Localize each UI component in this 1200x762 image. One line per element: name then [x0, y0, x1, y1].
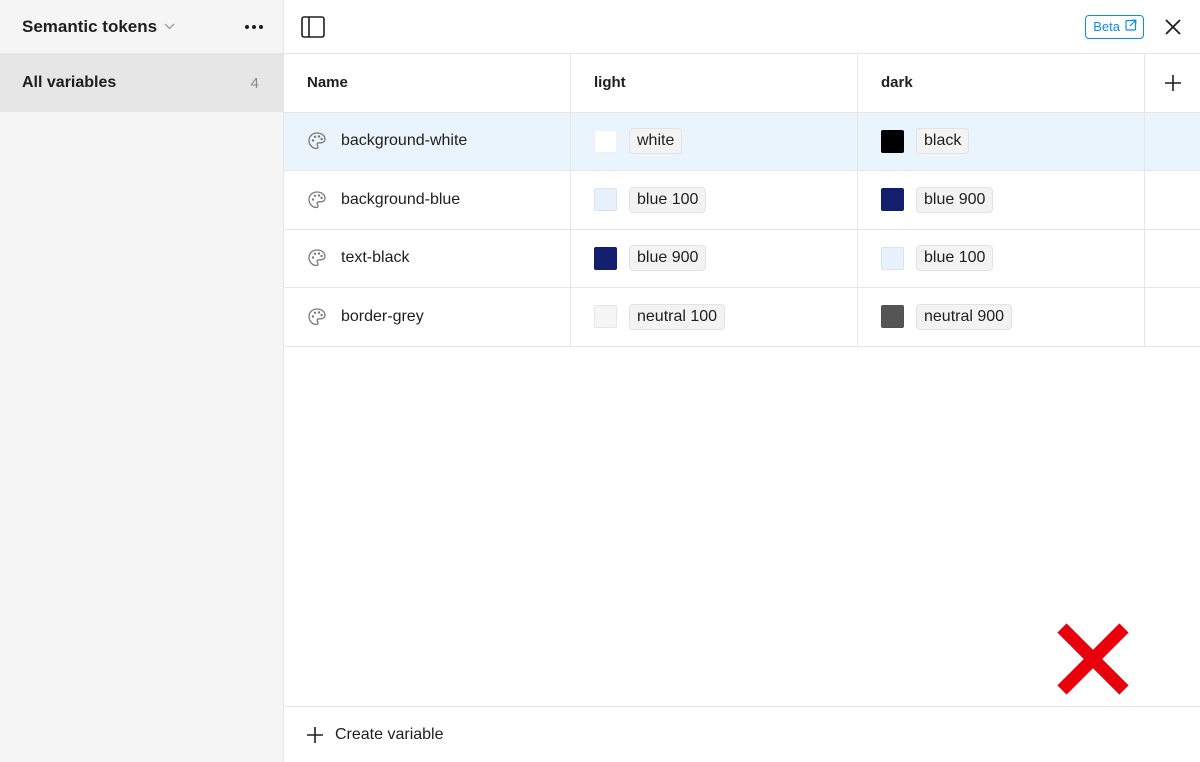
palette-icon [307, 131, 327, 151]
close-icon[interactable] [1160, 14, 1186, 40]
dark-value-cell[interactable]: blue 900 [858, 171, 1145, 229]
color-swatch [594, 305, 617, 329]
table-row[interactable]: background-white white black [284, 112, 1200, 171]
column-header-name[interactable]: Name [284, 54, 571, 112]
color-token-pill[interactable]: black [916, 128, 970, 155]
variable-name-cell[interactable]: background-white [284, 112, 571, 170]
color-swatch [594, 188, 617, 212]
color-token-pill[interactable]: neutral 900 [916, 303, 1013, 330]
more-icon[interactable] [239, 12, 269, 42]
column-header-dark[interactable]: dark [858, 54, 1145, 112]
dark-value-cell[interactable]: blue 100 [858, 229, 1145, 287]
variable-name: background-blue [341, 190, 461, 208]
plus-icon [1164, 74, 1181, 91]
top-bar: Beta [284, 0, 1200, 54]
light-value-cell[interactable]: blue 900 [571, 229, 858, 287]
palette-icon [307, 190, 327, 210]
color-swatch [594, 246, 617, 270]
main-panel: Beta Name light dark background-white wh… [284, 0, 1200, 762]
color-swatch [594, 129, 617, 153]
column-header-light[interactable]: light [571, 54, 858, 112]
empty-cell [1145, 113, 1200, 171]
variable-name-cell[interactable]: border-grey [284, 288, 571, 346]
variable-name: background-white [341, 132, 468, 150]
color-token-pill[interactable]: blue 900 [916, 186, 994, 213]
external-link-icon [1125, 19, 1137, 34]
color-swatch [881, 188, 904, 212]
color-token-pill[interactable]: blue 100 [629, 186, 707, 213]
empty-cell [1145, 171, 1200, 229]
light-value-cell[interactable]: neutral 100 [571, 288, 858, 346]
color-swatch [881, 305, 904, 329]
create-variable-button[interactable]: Create variable [284, 706, 1200, 762]
variable-name-cell[interactable]: background-blue [284, 171, 571, 229]
red-x-mark-icon [1057, 623, 1129, 695]
sidebar: Semantic tokens All variables 4 [0, 0, 284, 762]
sidebar-item-label: All variables [22, 74, 117, 91]
variables-table: Name light dark background-white white b… [284, 54, 1200, 347]
light-value-cell[interactable]: white [571, 112, 858, 170]
variable-name-cell[interactable]: text-black [284, 229, 571, 287]
light-value-cell[interactable]: blue 100 [571, 171, 858, 229]
variable-name: text-black [341, 249, 410, 267]
sidebar-header: Semantic tokens [0, 0, 283, 54]
sidebar-item-count: 4 [250, 74, 259, 92]
color-swatch [881, 246, 904, 270]
top-right-controls: Beta [1085, 14, 1186, 40]
beta-label: Beta [1093, 19, 1120, 34]
color-token-pill[interactable]: blue 100 [916, 245, 994, 272]
collection-switcher[interactable]: Semantic tokens [22, 17, 175, 37]
create-variable-label: Create variable [335, 725, 444, 743]
dark-value-cell[interactable]: neutral 900 [858, 288, 1145, 346]
color-token-pill[interactable]: white [629, 128, 683, 155]
table-row[interactable]: text-black blue 900 blue 100 [284, 229, 1200, 288]
table-header-row: Name light dark [284, 54, 1200, 113]
dark-value-cell[interactable]: black [858, 112, 1145, 170]
color-token-pill[interactable]: blue 900 [629, 245, 707, 272]
palette-icon [307, 307, 327, 327]
table-row[interactable]: border-grey neutral 100 neutral 900 [284, 288, 1200, 347]
variable-name: border-grey [341, 307, 424, 325]
empty-cell [1145, 230, 1200, 288]
add-mode-button[interactable] [1145, 54, 1200, 112]
table-row[interactable]: background-blue blue 100 blue 900 [284, 171, 1200, 230]
color-token-pill[interactable]: neutral 100 [629, 303, 726, 330]
color-swatch [881, 129, 904, 153]
empty-cell [1145, 288, 1200, 346]
palette-icon [307, 248, 327, 268]
sidebar-toggle-icon[interactable] [300, 14, 326, 40]
chevron-down-icon [163, 21, 175, 33]
plus-icon [307, 726, 323, 743]
collection-title: Semantic tokens [22, 16, 158, 36]
beta-badge-link[interactable]: Beta [1085, 14, 1144, 39]
sidebar-item-all-variables[interactable]: All variables 4 [0, 54, 283, 112]
